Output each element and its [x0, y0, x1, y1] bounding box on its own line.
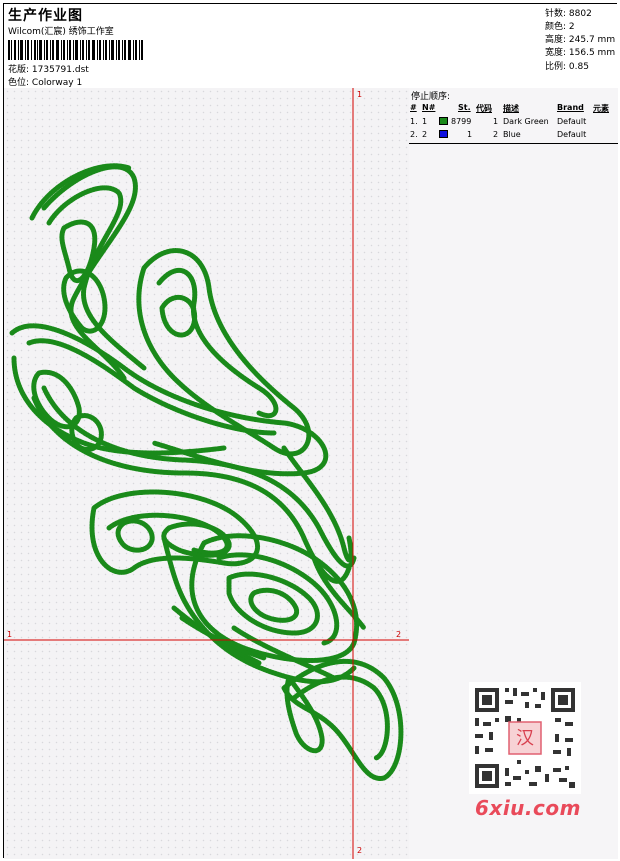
page-title: 生产作业图 [8, 8, 83, 24]
embroidery-design [4, 88, 409, 859]
row1-color-swatch [439, 117, 448, 125]
design-file-line: 花版: 1735791.dst [8, 62, 89, 75]
design-canvas[interactable]: 1 2 1 2 [4, 88, 410, 859]
col-stitches: St. [458, 103, 471, 112]
worksheet-header: 生产作业图 Wilcom(汇宸) 绣饰工作室 花版: 1735791.dst 色… [4, 4, 543, 89]
crosshair-right-label: 2 [396, 630, 402, 639]
stat-width: 宽度: 156.5 mm [545, 48, 616, 58]
colorway-value: Colorway 1 [31, 78, 83, 88]
row2-desc: Blue [503, 130, 521, 139]
col-brand: Brand [557, 103, 584, 112]
row1-code: 1 [493, 117, 499, 126]
production-worksheet: 生产作业图 Wilcom(汇宸) 绣饰工作室 花版: 1735791.dst 色… [3, 3, 618, 859]
barcode-icon [8, 40, 143, 60]
row2-color-swatch [439, 130, 448, 138]
row1-idx: 1. [410, 117, 418, 126]
row2-idx: 2. [410, 130, 418, 139]
watermark-brand: 6xiu.com [475, 796, 581, 820]
company-name: Wilcom(汇宸) 绣饰工作室 [8, 27, 114, 37]
row1-needle: 1 [422, 117, 428, 126]
row2-brand: Default [557, 130, 587, 139]
design-value: 1735791.dst [31, 65, 89, 75]
row2-stitches: 1 [467, 130, 473, 139]
row2-code: 2 [493, 130, 499, 139]
stop-sequence-panel: 停止顺序: # N# St. 代码 描述 Brand 元素 1. 1 8799 … [409, 88, 618, 859]
crosshair-top-label: 1 [357, 90, 363, 99]
col-code: 代码 [476, 104, 492, 113]
row2-needle: 2 [422, 130, 428, 139]
qr-code-icon: 汉 [469, 682, 581, 794]
stat-scale: 比例: 0.85 [545, 62, 589, 72]
col-needle: N# [422, 103, 436, 112]
row1-stitches: 8799 [451, 117, 472, 126]
stat-colors: 颜色: 2 [545, 22, 575, 32]
stop-sequence-table: # N# St. 代码 描述 Brand 元素 1. 1 8799 1 Dark… [409, 101, 618, 144]
svg-text:汉: 汉 [516, 728, 534, 749]
stat-height: 高度: 245.7 mm [545, 35, 616, 45]
crosshair-left-label: 1 [7, 630, 13, 639]
row1-desc: Dark Green [503, 117, 549, 126]
row1-brand: Default [557, 117, 587, 126]
colorway-label: 色位: [8, 78, 30, 88]
stat-stitches: 针数: 8802 [545, 9, 592, 19]
crosshair-bottom-label: 2 [357, 846, 363, 855]
col-element: 元素 [593, 104, 609, 113]
stats-panel: 针数: 8802 颜色: 2 高度: 245.7 mm 宽度: 156.5 mm… [542, 4, 618, 89]
colorway-line: 色位: Colorway 1 [8, 75, 82, 88]
stitch-outlines [9, 163, 404, 781]
col-hash: # [410, 103, 417, 112]
col-desc: 描述 [503, 104, 519, 113]
design-label: 花版: [8, 65, 30, 75]
